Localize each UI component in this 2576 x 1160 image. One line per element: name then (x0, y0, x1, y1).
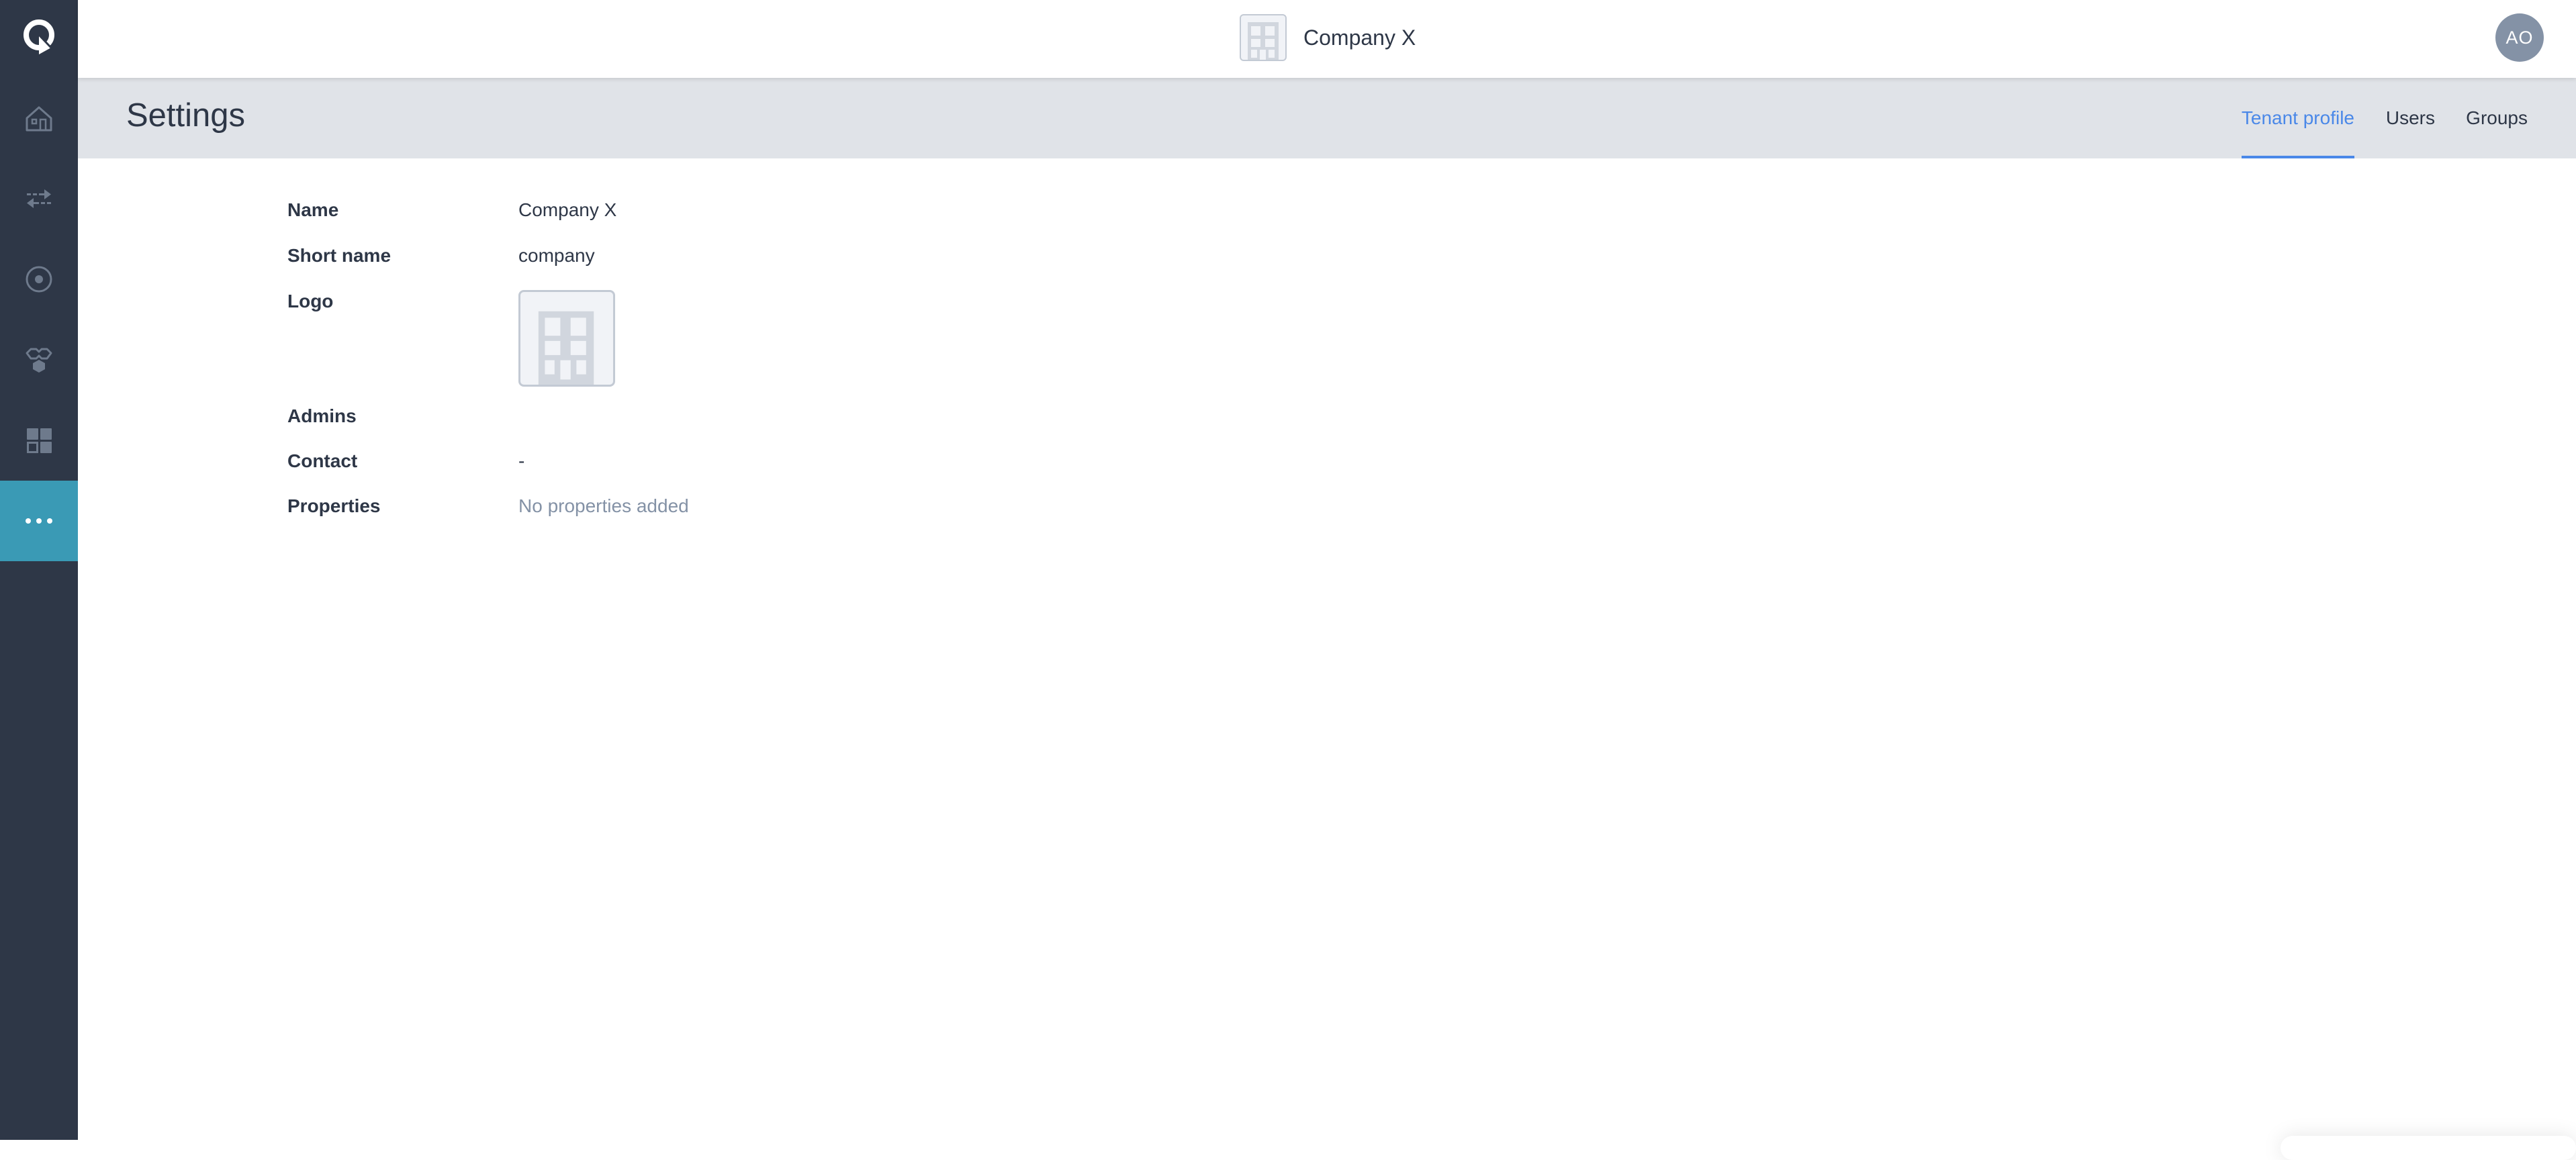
nav-item-apps[interactable] (0, 400, 78, 481)
apps-grid-icon (27, 428, 52, 453)
field-label-logo: Logo (287, 291, 334, 311)
building-icon (538, 311, 594, 385)
field-value-short-name: company (518, 245, 595, 266)
field-label-contact: Contact (287, 450, 358, 471)
sidebar (0, 0, 78, 1140)
tenant-logo (1240, 14, 1287, 61)
page-title: Settings (126, 97, 246, 134)
nav-item-transfer[interactable] (0, 158, 78, 239)
building-icon (1248, 22, 1279, 60)
nav-item-home[interactable] (0, 78, 78, 158)
offscreen-toast (2281, 1136, 2576, 1160)
nav-item-more[interactable] (0, 481, 78, 561)
field-label-properties: Properties (287, 495, 381, 516)
target-icon (26, 266, 52, 293)
top-header: Company X AO (78, 0, 2576, 78)
field-value-name: Company X (518, 199, 617, 220)
qlik-logo-icon (24, 19, 54, 54)
field-label-short-name: Short name (287, 245, 392, 266)
tenant-logo-preview (518, 290, 615, 387)
transfer-arrows-icon (27, 189, 51, 208)
network-icon (26, 348, 52, 373)
more-dots-icon (26, 518, 52, 524)
tab-users[interactable]: Users (2386, 78, 2435, 158)
nav-item-network[interactable] (0, 320, 78, 400)
field-label-name: Name (287, 199, 339, 220)
tab-groups[interactable]: Groups (2466, 78, 2528, 158)
settings-titlebar: Settings Tenant profile Users Groups (78, 78, 2576, 158)
tab-tenant-profile[interactable]: Tenant profile (2241, 78, 2355, 158)
field-label-admins: Admins (287, 405, 357, 426)
home-icon (26, 106, 52, 132)
tenant-name: Company X (1303, 25, 1416, 50)
field-value-contact: - (518, 450, 525, 471)
nav-item-target[interactable] (0, 239, 78, 320)
field-value-properties: No properties added (518, 495, 689, 516)
app-logo[interactable] (0, 0, 78, 72)
user-avatar[interactable]: AO (2495, 13, 2544, 62)
tenant-switcher[interactable]: Company X (1240, 13, 1416, 62)
